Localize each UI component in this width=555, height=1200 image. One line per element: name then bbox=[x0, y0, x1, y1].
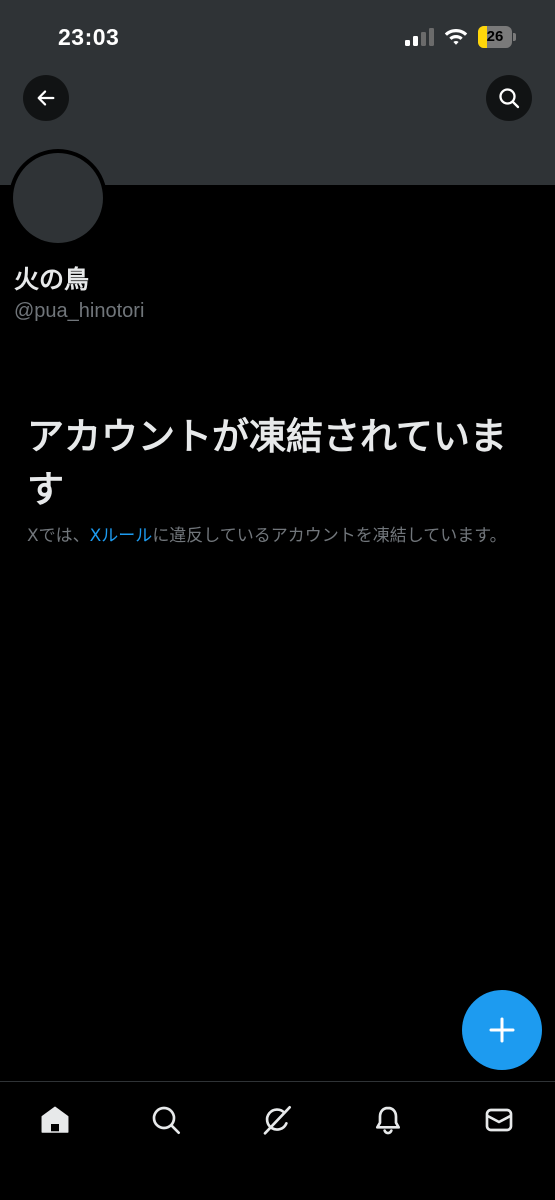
arrow-left-icon bbox=[37, 90, 55, 106]
nav-notifications[interactable] bbox=[368, 1100, 408, 1140]
wifi-icon bbox=[444, 29, 468, 45]
search-icon bbox=[499, 88, 520, 109]
display-name: 火の鳥 bbox=[14, 265, 90, 294]
suspension-description-suffix: に違反しているアカウントを凍結しています。 bbox=[152, 526, 507, 546]
username-handle: @pua_hinotori bbox=[14, 300, 145, 322]
suspension-description-prefix: Xでは、 bbox=[27, 526, 90, 546]
grok-icon bbox=[263, 1106, 291, 1135]
plus-icon bbox=[489, 1017, 515, 1043]
nav-home[interactable] bbox=[35, 1100, 75, 1140]
mail-icon bbox=[485, 1108, 513, 1132]
suspension-title: アカウントが凍結されています bbox=[27, 415, 507, 511]
nav-grok[interactable] bbox=[257, 1100, 297, 1140]
status-time: 23:03 bbox=[58, 24, 120, 50]
search-icon bbox=[152, 1106, 180, 1134]
home-icon bbox=[41, 1106, 69, 1133]
bottom-navigation bbox=[0, 1081, 555, 1200]
compose-post-button[interactable] bbox=[462, 990, 542, 1070]
nav-search[interactable] bbox=[146, 1100, 186, 1140]
suspension-description: Xでは、Xルールに違反しているアカウントを凍結しています。 bbox=[27, 523, 527, 549]
back-button[interactable] bbox=[23, 75, 69, 121]
header-search-button[interactable] bbox=[486, 75, 532, 121]
status-bar: 23:03 26 bbox=[0, 0, 555, 74]
bell-icon bbox=[376, 1106, 400, 1135]
cellular-signal-icon bbox=[405, 28, 434, 46]
nav-messages[interactable] bbox=[479, 1100, 519, 1140]
battery-level: 26 bbox=[486, 28, 504, 45]
profile-screen: 23:03 26 火の鳥 @pua_hinotori アカウントが凍結されていま… bbox=[0, 0, 555, 1200]
avatar[interactable] bbox=[9, 149, 107, 247]
battery-indicator: 26 bbox=[478, 26, 516, 48]
x-rules-link[interactable]: Xルール bbox=[90, 526, 153, 546]
